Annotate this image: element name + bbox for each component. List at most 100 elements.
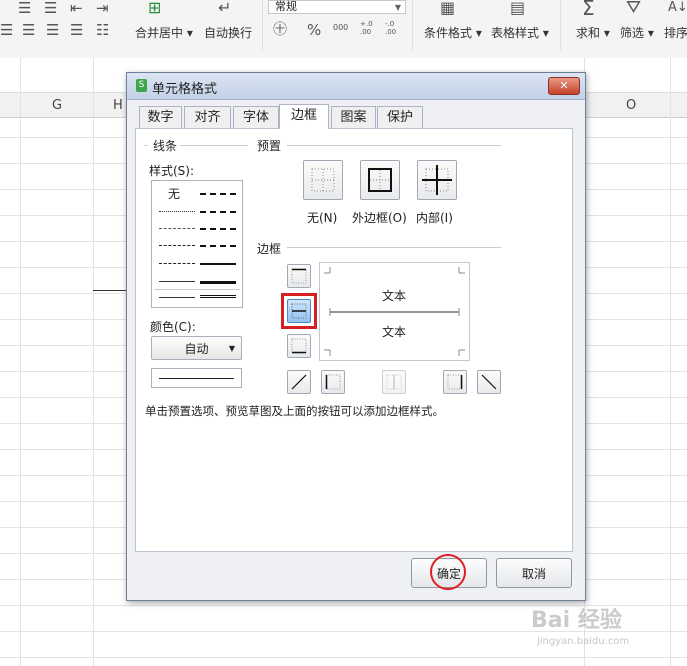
wrap-text-button[interactable]: 自动换行 [204,24,252,41]
line-style-option[interactable] [159,245,195,246]
line-style-list[interactable]: 无 [151,180,243,308]
border-inside-horizontal-icon [291,303,307,319]
preset-inside-button[interactable] [417,160,457,200]
tab-pattern[interactable]: 图案 [331,106,376,128]
preview-corner-marks [324,267,465,356]
justify-icon[interactable]: ☰ [70,22,83,38]
style-label: 样式(S): [149,162,195,179]
line-style-option[interactable] [159,281,195,282]
align-bottom-icon[interactable]: ☰ [0,22,13,38]
border-right-icon [447,374,463,390]
border-preview[interactable]: 文本 文本 [319,262,470,361]
cell-border-line [93,290,127,291]
conditional-format-icon[interactable]: ▦ [440,0,455,16]
border-bottom-button[interactable] [287,334,311,358]
chevron-down-icon: ▼ [394,3,401,12]
line-style-option[interactable] [200,211,236,213]
line-style-option[interactable] [200,193,236,195]
column-header-o[interactable]: O [626,98,636,113]
close-button[interactable]: ✕ [548,77,580,95]
preset-outline-button[interactable] [360,160,400,200]
indent-decrease-icon[interactable]: ⇤ [70,0,83,16]
percent-icon[interactable]: % [307,22,321,38]
border-inside-vertical-icon [386,374,402,390]
group-frame [180,145,248,146]
align-center-icon[interactable]: ☰ [44,0,57,16]
no-border-icon [311,168,335,192]
line-style-option[interactable] [200,228,236,230]
line-group-title: 线条 [151,137,180,154]
border-diagonal-up-button[interactable] [287,370,311,394]
column-header-g[interactable]: G [52,98,62,113]
line-style-option[interactable] [200,263,236,265]
border-diagonal-down-button[interactable] [477,370,501,394]
grid-line [93,58,94,666]
decrease-decimal-icon[interactable]: -.0 .00 [385,20,403,36]
line-style-option[interactable] [159,263,195,264]
border-top-icon [291,268,307,284]
table-style-button[interactable]: 表格样式 ▾ [491,24,549,41]
triangle-down-icon: ▼ [228,344,235,353]
align-right-icon[interactable]: ☰ [46,22,59,38]
line-style-option[interactable] [200,245,236,247]
line-style-option[interactable] [159,228,195,229]
filter-icon[interactable]: ⛛ [626,0,641,17]
tab-border[interactable]: 边框 [279,104,329,129]
grid-line [20,58,21,666]
dialog-titlebar[interactable]: S 单元格格式 ✕ [127,73,585,100]
border-left-button[interactable] [321,370,345,394]
diagonal-up-icon [291,374,307,390]
tab-alignment[interactable]: 对齐 [184,106,231,128]
thousands-separator-icon[interactable]: 000 [333,20,348,36]
border-top-button[interactable] [287,264,311,288]
app-icon: S [136,79,147,92]
increase-decimal-icon[interactable]: +.0 .00 [360,20,378,36]
border-right-button[interactable] [443,370,467,394]
preset-group-title: 预置 [257,137,282,154]
line-style-option[interactable] [200,295,236,298]
align-middle-icon[interactable]: ☰ [22,22,35,38]
ribbon-separator [560,0,561,50]
dialog-title: 单元格格式 [152,82,218,97]
sum-button[interactable]: 求和 ▾ [576,24,610,41]
border-middle-horizontal-button[interactable] [287,299,311,323]
group-frame [287,145,501,146]
hint-text: 单击预置选项、预览草图及上面的按钮可以添加边框样式。 [145,404,444,418]
number-format-value: 常规 [275,0,297,13]
sum-icon[interactable]: Σ [582,0,595,18]
sort-button[interactable]: 排序 [664,24,687,41]
diagonal-down-icon [481,374,497,390]
line-style-option[interactable] [159,297,195,298]
cancel-button[interactable]: 取消 [496,558,572,588]
preset-none-button[interactable] [303,160,343,200]
merge-center-button[interactable]: 合并居中 ▾ [135,24,193,41]
ok-button-highlight-circle [430,554,466,590]
border-bottom-icon [291,338,307,354]
sort-icon[interactable]: A↓ [668,0,687,16]
line-style-option[interactable] [159,211,195,212]
tab-number[interactable]: 数字 [139,106,182,128]
inside-border-icon [422,165,452,195]
column-header-h[interactable]: H [113,98,123,113]
distributed-icon[interactable]: ☷ [96,22,109,38]
color-select-value: 自动 [184,342,209,356]
align-left-icon[interactable]: ☰ [18,0,31,16]
conditional-format-button[interactable]: 条件格式 ▾ [424,24,482,41]
border-middle-vertical-button[interactable] [382,370,406,394]
color-select[interactable]: 自动 ▼ [151,336,242,360]
ribbon-separator [262,0,263,50]
tab-protection[interactable]: 保护 [377,106,423,128]
wrap-text-icon[interactable]: ↵ [218,0,231,16]
line-style-none[interactable]: 无 [168,185,180,202]
filter-button[interactable]: 筛选 ▾ [620,24,654,41]
merge-center-icon[interactable]: ⊞ [148,0,161,16]
outline-border-icon [368,168,392,192]
table-style-icon[interactable]: ▤ [510,0,525,16]
border-left-icon [325,374,341,390]
currency-icon[interactable]: ㊉ [273,22,287,38]
line-style-option[interactable] [200,281,236,284]
number-format-select[interactable]: 常规 ▼ [268,0,406,14]
preset-inside-label: 内部(I) [416,211,453,225]
indent-increase-icon[interactable]: ⇥ [96,0,109,16]
tab-font[interactable]: 字体 [233,106,279,128]
